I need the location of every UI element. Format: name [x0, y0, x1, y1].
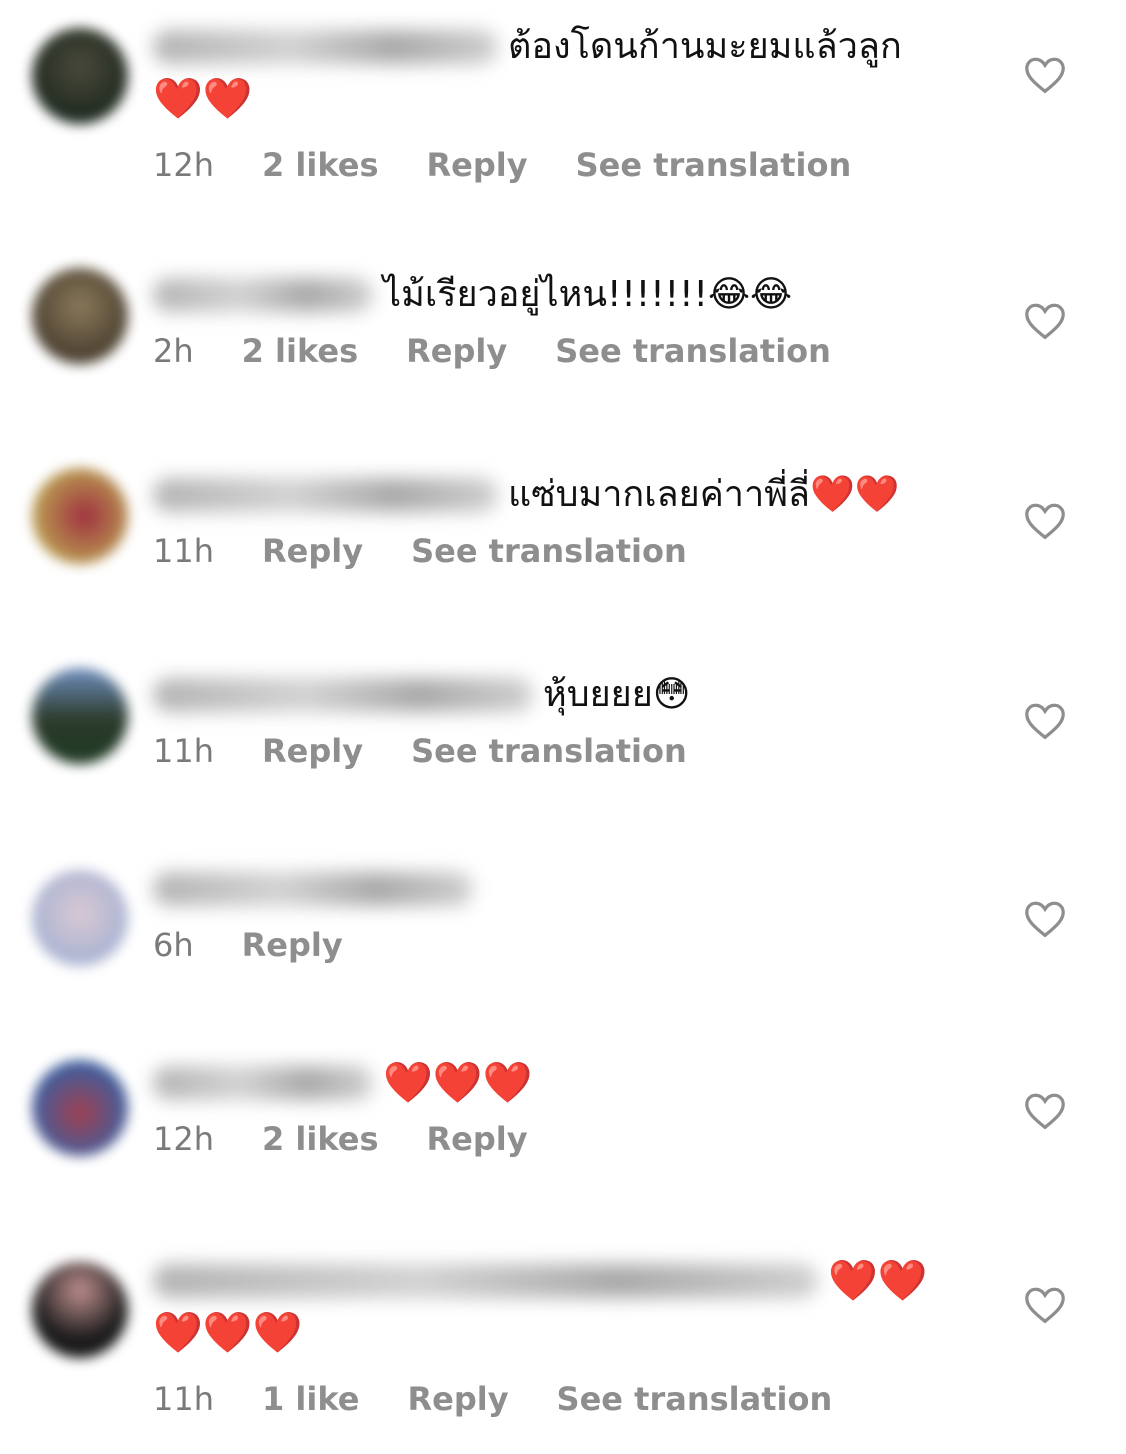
- avatar[interactable]: [32, 668, 128, 764]
- avatar[interactable]: [32, 1060, 128, 1156]
- avatar[interactable]: [32, 870, 128, 966]
- username-blurred[interactable]: [153, 872, 473, 906]
- likes-count[interactable]: 2 likes: [242, 331, 359, 371]
- see-translation-button[interactable]: See translation: [555, 331, 831, 371]
- reply-button[interactable]: Reply: [262, 531, 363, 571]
- timestamp: 11h: [153, 532, 214, 570]
- comment-meta: 6h Reply: [153, 925, 976, 965]
- username-blurred[interactable]: [153, 278, 373, 312]
- like-button[interactable]: [1022, 1282, 1068, 1328]
- like-button[interactable]: [1022, 298, 1068, 344]
- likes-count[interactable]: 2 likes: [262, 1119, 379, 1159]
- timestamp: 11h: [153, 732, 214, 770]
- heart-outline-icon: [1025, 901, 1065, 938]
- comment-text: แซ่บมากเลยค่าาพี่ลี่❤️❤️: [508, 474, 900, 515]
- timestamp: 6h: [153, 926, 194, 964]
- reply-button[interactable]: Reply: [262, 731, 363, 771]
- comment-meta: 11h Reply See translation: [153, 731, 976, 771]
- see-translation-button[interactable]: See translation: [557, 1379, 833, 1419]
- likes-count[interactable]: 2 likes: [262, 145, 379, 185]
- heart-outline-icon: [1025, 1093, 1065, 1130]
- like-button[interactable]: [1022, 896, 1068, 942]
- see-translation-button[interactable]: See translation: [411, 531, 687, 571]
- heart-outline-icon: [1025, 1287, 1065, 1324]
- heart-outline-icon: [1025, 57, 1065, 94]
- avatar[interactable]: [32, 268, 128, 364]
- comment-text: ไม้เรียวอยู่ไหน!!!!!!!😂😂: [383, 274, 793, 315]
- like-button[interactable]: [1022, 698, 1068, 744]
- like-button[interactable]: [1022, 52, 1068, 98]
- reply-button[interactable]: Reply: [427, 145, 528, 185]
- comment-meta: 11h 1 like Reply See translation: [153, 1379, 976, 1419]
- username-blurred[interactable]: [153, 1264, 818, 1298]
- like-button[interactable]: [1022, 498, 1068, 544]
- comment-meta: 12h 2 likes Reply: [153, 1119, 976, 1159]
- timestamp: 12h: [153, 1120, 214, 1158]
- reply-button[interactable]: Reply: [427, 1119, 528, 1159]
- comment-meta: 12h 2 likes Reply See translation: [153, 145, 976, 185]
- comment-meta: 2h 2 likes Reply See translation: [153, 331, 976, 371]
- comment-text-continued: ❤️❤️❤️: [153, 1310, 303, 1356]
- reply-button[interactable]: Reply: [406, 331, 507, 371]
- heart-outline-icon: [1025, 703, 1065, 740]
- comment-text: ต้องโดนก้านมะยมแล้วลูก: [508, 26, 902, 67]
- heart-outline-icon: [1025, 503, 1065, 540]
- reply-button[interactable]: Reply: [242, 925, 343, 965]
- username-blurred[interactable]: [153, 1066, 373, 1100]
- comment-text: ❤️❤️: [828, 1258, 928, 1304]
- timestamp: 2h: [153, 332, 194, 370]
- comment-text: หุ้บยยย😳: [543, 674, 691, 715]
- avatar[interactable]: [32, 468, 128, 564]
- likes-count[interactable]: 1 like: [262, 1379, 359, 1419]
- timestamp: 12h: [153, 146, 214, 184]
- comment-text: ❤️❤️❤️: [383, 1060, 533, 1106]
- username-blurred[interactable]: [153, 478, 498, 512]
- see-translation-button[interactable]: See translation: [411, 731, 687, 771]
- comment-meta: 11h Reply See translation: [153, 531, 976, 571]
- reply-button[interactable]: Reply: [407, 1379, 508, 1419]
- avatar[interactable]: [32, 28, 128, 124]
- see-translation-button[interactable]: See translation: [576, 145, 852, 185]
- heart-outline-icon: [1025, 303, 1065, 340]
- avatar[interactable]: [32, 1262, 128, 1358]
- timestamp: 11h: [153, 1380, 214, 1418]
- comment-text-continued: ❤️❤️: [153, 76, 253, 122]
- username-blurred[interactable]: [153, 678, 533, 712]
- username-blurred[interactable]: [153, 30, 498, 64]
- like-button[interactable]: [1022, 1088, 1068, 1134]
